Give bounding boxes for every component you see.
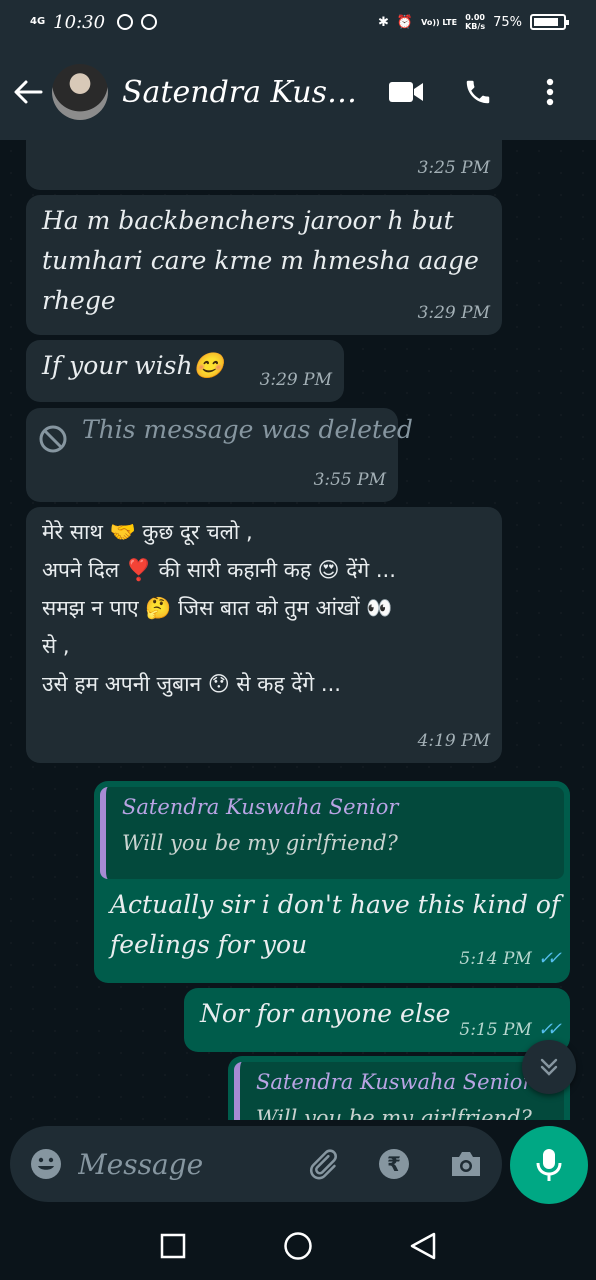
message-bubble-deleted[interactable]: This message was deleted 3:55 PM	[26, 408, 413, 502]
network-indicator: 4G	[30, 16, 46, 27]
message-bubble-incoming[interactable]: मेरे साथ 🤝 कुछ दूर चलो , अपने दिल ❣️ की …	[26, 507, 502, 763]
message-bubble-outgoing[interactable]: Nor for anyone else 5:15 PM ✓✓	[184, 988, 570, 1052]
rupee-icon[interactable]: ₹	[376, 1146, 412, 1182]
square-icon	[160, 1233, 185, 1259]
quoted-message[interactable]: Satendra Kuswaha Senior Will you be my g…	[100, 787, 564, 879]
status-time: 10:30	[53, 11, 106, 33]
system-navigation-bar	[0, 1212, 596, 1280]
quoted-message[interactable]: Satendra Kuswaha Senior Will you be my g…	[234, 1062, 564, 1120]
back-button[interactable]	[403, 1226, 443, 1266]
circle-icon	[284, 1232, 312, 1260]
message-text: Nor for anyone else	[200, 999, 451, 1028]
message-bubble-outgoing[interactable]: Satendra Kuswaha Senior Will you be my g…	[228, 1056, 570, 1120]
message-time: 3:29 PM	[417, 303, 490, 323]
video-call-icon[interactable]	[388, 74, 424, 110]
chevron-double-down-icon	[540, 1058, 558, 1076]
network-speed: 0.00 KB/s	[465, 13, 486, 31]
app-notification-icon	[141, 14, 158, 30]
contact-name[interactable]: Satendra Kuswa...	[122, 75, 372, 110]
whatsapp-notification-icon	[117, 14, 134, 30]
avatar[interactable]	[52, 64, 108, 120]
message-time: 4:19 PM	[417, 731, 490, 751]
microphone-button[interactable]	[510, 1126, 588, 1204]
more-vert-icon[interactable]	[532, 74, 568, 110]
battery-percent: 75%	[493, 14, 522, 30]
quoted-sender: Satendra Kuswaha Senior	[122, 795, 399, 819]
microphone-icon	[536, 1149, 562, 1181]
alarm-icon: ⏰	[396, 14, 414, 30]
read-ticks-icon: ✓✓	[537, 1019, 562, 1040]
battery-icon	[530, 14, 569, 30]
message-time: 3:25 PM	[417, 158, 490, 178]
phone-icon[interactable]	[460, 74, 496, 110]
message-text: से ,	[42, 634, 70, 658]
camera-icon[interactable]	[448, 1146, 484, 1182]
triangle-back-icon	[411, 1232, 436, 1260]
message-bubble-incoming[interactable]: If your wish😊 3:29 PM	[26, 340, 344, 402]
chat-header: Satendra Kuswa...	[0, 44, 596, 140]
chat-area[interactable]: 3:25 PM Ha m backbenchers jaroor h but t…	[0, 140, 596, 1120]
message-time: 5:14 PM ✓✓	[459, 948, 562, 969]
blocked-icon	[39, 425, 67, 453]
quoted-text: Will you be my girlfriend?	[122, 831, 398, 855]
scroll-to-bottom-button[interactable]	[522, 1040, 576, 1094]
arrow-left-icon[interactable]	[8, 72, 48, 112]
status-bar: 4G 10:30 ✱ ⏰ Vo)) LTE 0.00 KB/s 75%	[0, 0, 596, 44]
home-button[interactable]	[278, 1226, 318, 1266]
message-text: If your wish😊	[42, 351, 224, 380]
svg-text:₹: ₹	[387, 1152, 401, 1176]
message-text: उसे हम अपनी जुबान 😯 से कह देंगे ...	[42, 672, 341, 696]
volte-indicator: Vo)) LTE	[421, 17, 458, 27]
bluetooth-icon: ✱	[377, 14, 389, 30]
message-text: मेरे साथ 🤝 कुछ दूर चलो ,	[42, 520, 253, 544]
quoted-text: Will you be my girlfriend?	[256, 1106, 532, 1120]
message-composer: ₹	[10, 1126, 502, 1202]
message-input[interactable]	[78, 1147, 278, 1181]
message-time: 3:55 PM	[313, 470, 386, 490]
message-text: Actually sir i don't have this kind of	[110, 890, 561, 919]
message-time: 5:15 PM ✓✓	[459, 1019, 562, 1040]
recent-apps-button[interactable]	[153, 1226, 193, 1266]
message-bubble-incoming[interactable]: Ha m backbenchers jaroor h but tumhari c…	[26, 195, 502, 335]
message-text: समझ न पाए 🤔 जिस बात को तुम आंखों 👀	[42, 596, 393, 620]
quoted-sender: Satendra Kuswaha Senior	[256, 1070, 533, 1094]
read-ticks-icon: ✓✓	[537, 948, 562, 969]
message-text: Ha m backbenchers jaroor h but	[42, 206, 454, 235]
message-time: 3:29 PM	[259, 370, 332, 390]
message-text: अपने दिल ❣️ की सारी कहानी कह 😍 देंगे ...	[42, 558, 396, 582]
message-bubble-outgoing[interactable]: Satendra Kuswaha Senior Will you be my g…	[94, 781, 570, 983]
deleted-message-text: This message was deleted	[82, 415, 413, 444]
message-bubble-incoming[interactable]: 3:25 PM	[26, 140, 502, 190]
emoji-icon[interactable]	[28, 1146, 64, 1182]
paperclip-icon[interactable]	[304, 1146, 340, 1182]
